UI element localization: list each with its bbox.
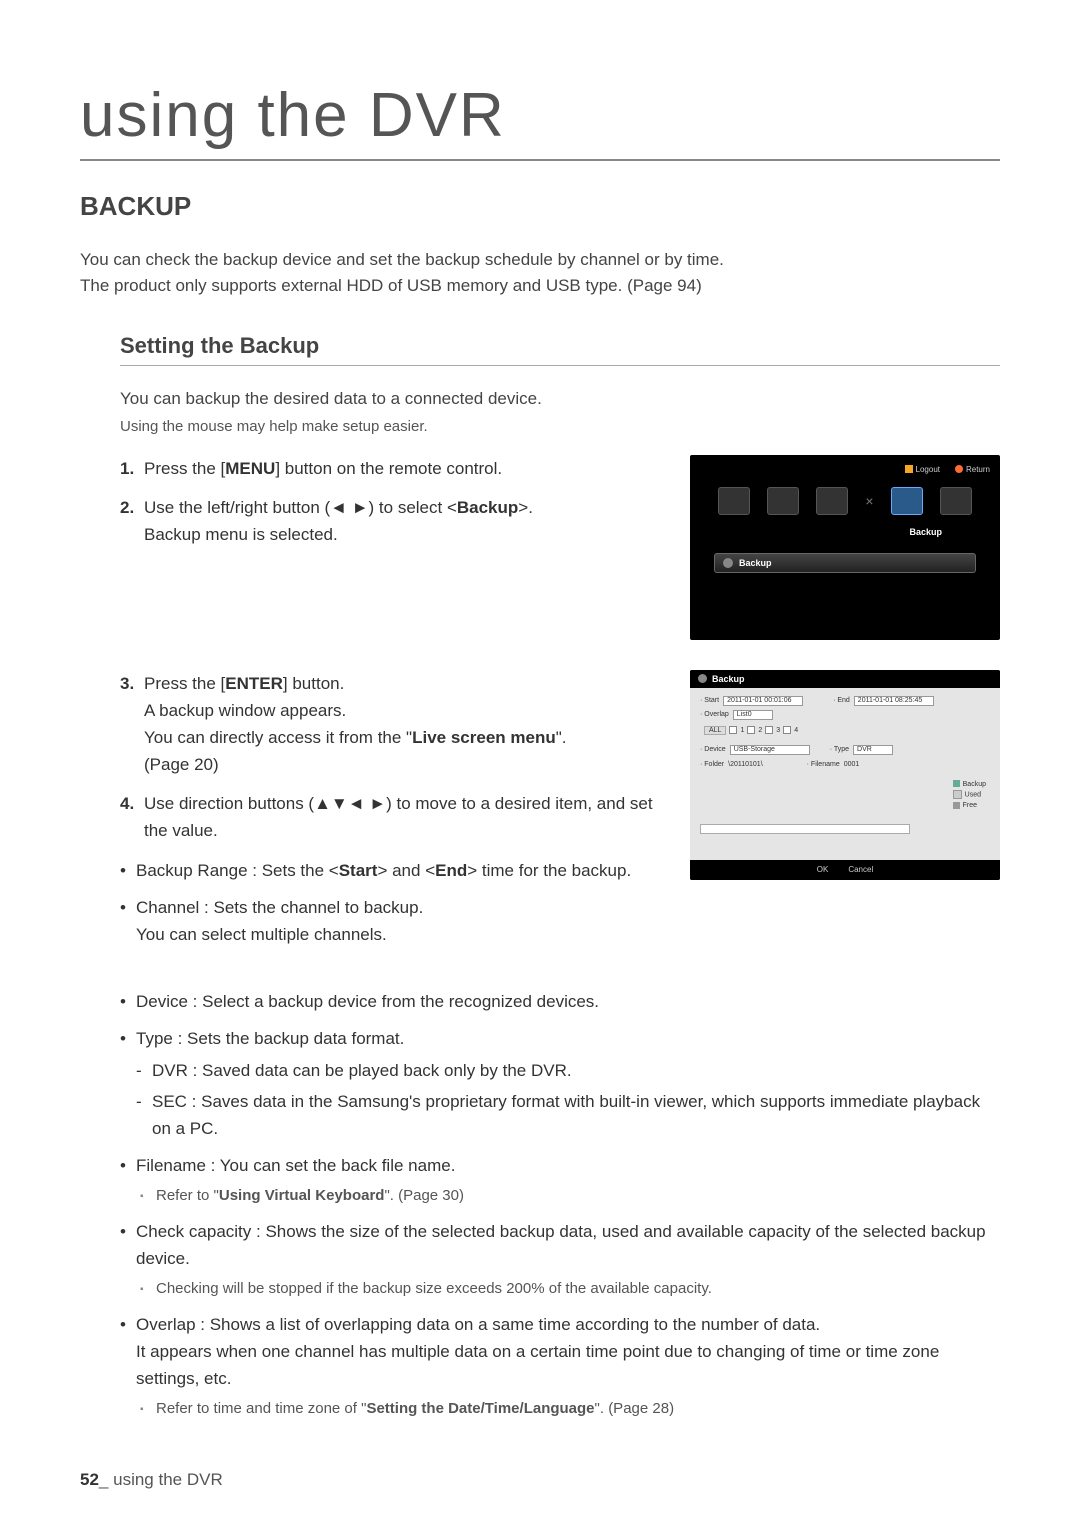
backup-icon-label: Backup [909,527,942,537]
note-datetime-ref: Refer to time and time zone of "Setting … [136,1398,1000,1421]
note-capacity-limit: Checking will be stopped if the backup s… [136,1278,1000,1301]
end-label: · End [833,697,850,704]
intro-line: The product only supports external HDD o… [80,273,1000,299]
step-number: 2. [120,494,144,548]
bullet-type: Type : Sets the backup data format. DVR … [120,1025,1000,1142]
channel-checkbox[interactable] [729,726,737,734]
legend-used: Used [953,790,986,801]
page-number: 52 [80,1470,99,1489]
bullet-check-capacity: Check capacity : Shows the size of the s… [120,1218,1000,1301]
legend-backup: Backup [953,780,986,791]
bullet-backup-range: Backup Range : Sets the <Start> and <End… [120,857,660,884]
capacity-legend: Backup Used Free [953,780,986,812]
separator-icon: × [865,493,873,509]
note-virtual-keyboard: Refer to "Using Virtual Keyboard". (Page… [136,1185,1000,1208]
chapter-title: using the DVR [80,80,1000,161]
dialog-title: Backup [712,674,745,684]
intro-text: You can check the backup device and set … [80,247,1000,298]
step-number: 1. [120,455,144,482]
step-number: 3. [120,670,144,779]
menu-icon[interactable] [767,487,799,515]
menu-item-label: Backup [739,558,772,568]
step-1: 1. Press the [MENU] button on the remote… [120,455,660,482]
return-button[interactable]: Return [955,465,990,474]
channel-checkbox[interactable] [783,726,791,734]
bullet-device: Device : Select a backup device from the… [120,988,1000,1015]
folder-label: · Folder [700,761,724,768]
logout-button[interactable]: Logout [905,465,940,474]
folder-value: \20110101\ [728,761,763,768]
filename-label: · Filename [807,761,840,768]
start-input[interactable]: 2011-01-01 00:01:06 [723,696,803,706]
start-label: · Start [700,697,719,704]
bullet-channel: Channel : Sets the channel to backup. Yo… [120,894,660,948]
screenshot-backup-menu: Logout Return × Backup Backup [690,455,1000,640]
page-footer: 52_ using the DVR [80,1470,223,1490]
filename-value: 0001 [844,761,860,768]
menu-icon[interactable] [718,487,750,515]
device-label: · Device [700,746,726,753]
footer-text: using the DVR [113,1470,223,1489]
type-select[interactable]: DVR [853,745,893,755]
sub-dvr: DVR : Saved data can be played back only… [136,1057,1000,1084]
all-button[interactable]: ALL [704,726,726,735]
step-2: 2. Use the left/right button (◄ ►) to se… [120,494,660,548]
menu-icon[interactable] [940,487,972,515]
section-title: BACKUP [80,191,1000,222]
end-input[interactable]: 2011-01-01 08:25:45 [854,696,934,706]
legend-free: Free [953,801,986,812]
subsection-title: Setting the Backup [120,333,1000,366]
intro-line: You can check the backup device and set … [80,247,1000,273]
bullet-filename: Filename : You can set the back file nam… [120,1152,1000,1208]
backup-menu-item[interactable]: Backup [714,553,976,573]
step-number: 4. [120,790,144,844]
sub-sec: SEC : Saves data in the Samsung's propri… [136,1088,1000,1142]
description: You can backup the desired data to a con… [120,386,1000,412]
type-label: · Type [830,746,849,753]
channel-checkbox[interactable] [765,726,773,734]
capacity-bar [700,824,910,834]
step-4: 4. Use direction buttons (▲▼◄ ►) to move… [120,790,660,844]
ok-button[interactable]: OK [817,865,829,874]
overlap-label: · Overlap [700,711,729,718]
overlap-input[interactable]: List0 [733,710,773,720]
step-3: 3. Press the [ENTER] button. A backup wi… [120,670,660,779]
bullet-overlap: Overlap : Shows a list of overlapping da… [120,1311,1000,1421]
backup-menu-icon[interactable] [891,487,923,515]
note: Using the mouse may help make setup easi… [120,418,1000,435]
cancel-button[interactable]: Cancel [848,865,873,874]
screenshot-backup-dialog: Backup · Start 2011-01-01 00:01:06 · End… [690,670,1000,880]
dialog-header: Backup [690,670,1000,688]
device-select[interactable]: USB-Storage [730,745,810,755]
gear-icon [698,674,707,683]
gear-icon [723,558,733,568]
channel-checkbox[interactable] [747,726,755,734]
menu-icon[interactable] [816,487,848,515]
